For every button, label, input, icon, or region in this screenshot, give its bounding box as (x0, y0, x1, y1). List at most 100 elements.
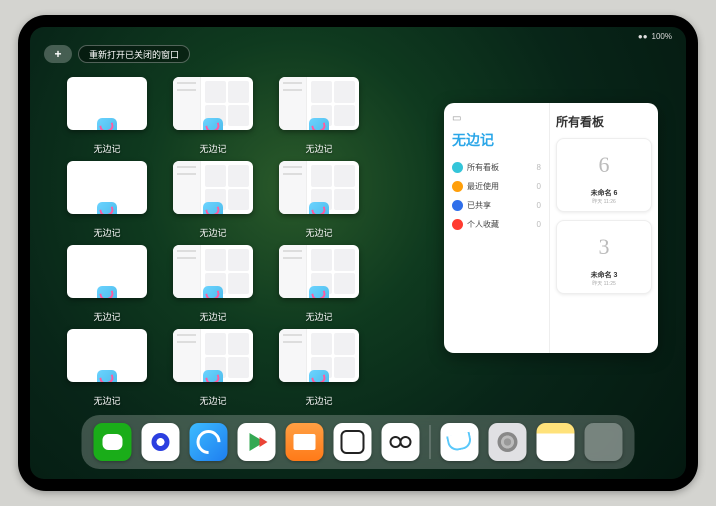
sidebar-item-label: 已共享 (467, 200, 491, 211)
battery-text: 100% (652, 32, 672, 41)
ipad-device-frame: ●● 100% + 重新打开已关闭的窗口 无边记无边记无边记无边记无边记无边记无… (18, 15, 698, 491)
sidebar-item-count: 8 (537, 163, 541, 172)
app-window[interactable]: 无边记 (278, 245, 360, 323)
freeform-badge-icon (203, 202, 223, 214)
panel-sidebar: ▭ 无边记 所有看板 8 最近使用 0 已共享 0 个人收藏 0 (444, 103, 550, 353)
add-button[interactable]: + (44, 45, 72, 63)
app-library-icon[interactable] (585, 423, 623, 461)
window-thumbnail[interactable] (279, 161, 359, 214)
top-controls: + 重新打开已关闭的窗口 (44, 45, 190, 63)
freeform-badge-icon (203, 286, 223, 298)
window-label: 无边记 (199, 142, 226, 155)
app-window[interactable]: 无边记 (278, 77, 360, 155)
window-thumbnail[interactable] (173, 329, 253, 382)
browser-icon[interactable] (190, 423, 228, 461)
preview-panel[interactable]: ••• ▭ 无边记 所有看板8最近使用0已共享0个人收藏0 所有看板 6未命名 … (444, 103, 658, 353)
sidebar-item[interactable]: 所有看板 8 (452, 158, 541, 177)
sidebar-item-count: 0 (537, 182, 541, 191)
window-label: 无边记 (199, 394, 226, 407)
wechat-icon[interactable] (94, 423, 132, 461)
status-bar: ●● 100% (30, 29, 686, 43)
app-window[interactable]: 无边记 (172, 245, 254, 323)
window-thumbnail[interactable] (173, 77, 253, 130)
board-timestamp: 昨天 11:25 (592, 280, 616, 287)
window-label: 无边记 (93, 226, 120, 239)
window-label: 无边记 (305, 310, 332, 323)
window-label: 无边记 (305, 142, 332, 155)
freeform-badge-icon (97, 286, 117, 298)
app-window[interactable]: 无边记 (66, 245, 148, 323)
dock-separator (430, 425, 431, 459)
window-label: 无边记 (93, 310, 120, 323)
sidebar-toggle-icon[interactable]: ▭ (452, 113, 541, 124)
window-label: 无边记 (199, 310, 226, 323)
reopen-closed-window-button[interactable]: 重新打开已关闭的窗口 (78, 45, 190, 63)
sidebar-item-label: 所有看板 (467, 162, 499, 173)
sidebar-item-label: 个人收藏 (467, 219, 499, 230)
window-thumbnail[interactable] (67, 161, 147, 214)
app-window[interactable]: 无边记 (172, 161, 254, 239)
app-window[interactable]: 无边记 (66, 329, 148, 407)
window-thumbnail[interactable] (67, 329, 147, 382)
freeform-badge-icon (203, 370, 223, 382)
freeform-badge-icon (97, 202, 117, 214)
sidebar-item[interactable]: 最近使用 0 (452, 177, 541, 196)
window-thumbnail[interactable] (67, 77, 147, 130)
app-window[interactable]: 无边记 (172, 329, 254, 407)
sidebar-item[interactable]: 已共享 0 (452, 196, 541, 215)
app-window[interactable]: 无边记 (278, 329, 360, 407)
sidebar-item-count: 0 (537, 201, 541, 210)
window-thumbnail[interactable] (279, 245, 359, 298)
window-label: 无边记 (93, 394, 120, 407)
category-icon (452, 200, 463, 211)
window-label: 无边记 (199, 226, 226, 239)
dice-icon[interactable] (334, 423, 372, 461)
sidebar-item-count: 0 (537, 220, 541, 229)
freeform-badge-icon (309, 202, 329, 214)
board-card[interactable]: 3 未命名 3昨天 11:25 (556, 220, 652, 294)
settings-icon[interactable] (489, 423, 527, 461)
board-thumbnail: 6 (580, 145, 628, 185)
board-thumbnail: 3 (580, 227, 628, 267)
window-thumbnail[interactable] (279, 329, 359, 382)
category-icon (452, 219, 463, 230)
category-icon (452, 181, 463, 192)
category-icon (452, 162, 463, 173)
freeform-badge-icon (97, 370, 117, 382)
window-label: 无边记 (93, 142, 120, 155)
board-label: 未命名 3 (591, 270, 618, 280)
app-switcher-grid: 无边记无边记无边记无边记无边记无边记无边记无边记无边记无边记无边记无边记 (66, 77, 360, 407)
books-icon[interactable] (286, 423, 324, 461)
panel-title: 无边记 (452, 130, 541, 150)
app-window[interactable]: 无边记 (66, 161, 148, 239)
freeform-badge-icon (309, 286, 329, 298)
window-thumbnail[interactable] (67, 245, 147, 298)
freeform-icon[interactable] (441, 423, 479, 461)
window-label: 无边记 (305, 226, 332, 239)
window-thumbnail[interactable] (279, 77, 359, 130)
freeform-badge-icon (309, 118, 329, 130)
dock (82, 415, 635, 469)
panel-main: 所有看板 6 未命名 6昨天 11:26 3 未命名 3昨天 11:25 (550, 103, 658, 353)
link-icon[interactable] (382, 423, 420, 461)
board-label: 未命名 6 (591, 188, 618, 198)
sidebar-item-label: 最近使用 (467, 181, 499, 192)
window-thumbnail[interactable] (173, 161, 253, 214)
app-window[interactable]: 无边记 (278, 161, 360, 239)
quark-icon[interactable] (142, 423, 180, 461)
wifi-icon: ●● (638, 32, 648, 41)
window-thumbnail[interactable] (173, 245, 253, 298)
window-label: 无边记 (305, 394, 332, 407)
freeform-badge-icon (203, 118, 223, 130)
panel-right-title: 所有看板 (556, 113, 652, 130)
play-icon[interactable] (238, 423, 276, 461)
app-window[interactable]: 无边记 (66, 77, 148, 155)
sidebar-item[interactable]: 个人收藏 0 (452, 215, 541, 234)
screen: ●● 100% + 重新打开已关闭的窗口 无边记无边记无边记无边记无边记无边记无… (30, 27, 686, 479)
board-card[interactable]: 6 未命名 6昨天 11:26 (556, 138, 652, 212)
board-timestamp: 昨天 11:26 (592, 198, 616, 205)
app-window[interactable]: 无边记 (172, 77, 254, 155)
notes-icon[interactable] (537, 423, 575, 461)
freeform-badge-icon (309, 370, 329, 382)
freeform-badge-icon (97, 118, 117, 130)
